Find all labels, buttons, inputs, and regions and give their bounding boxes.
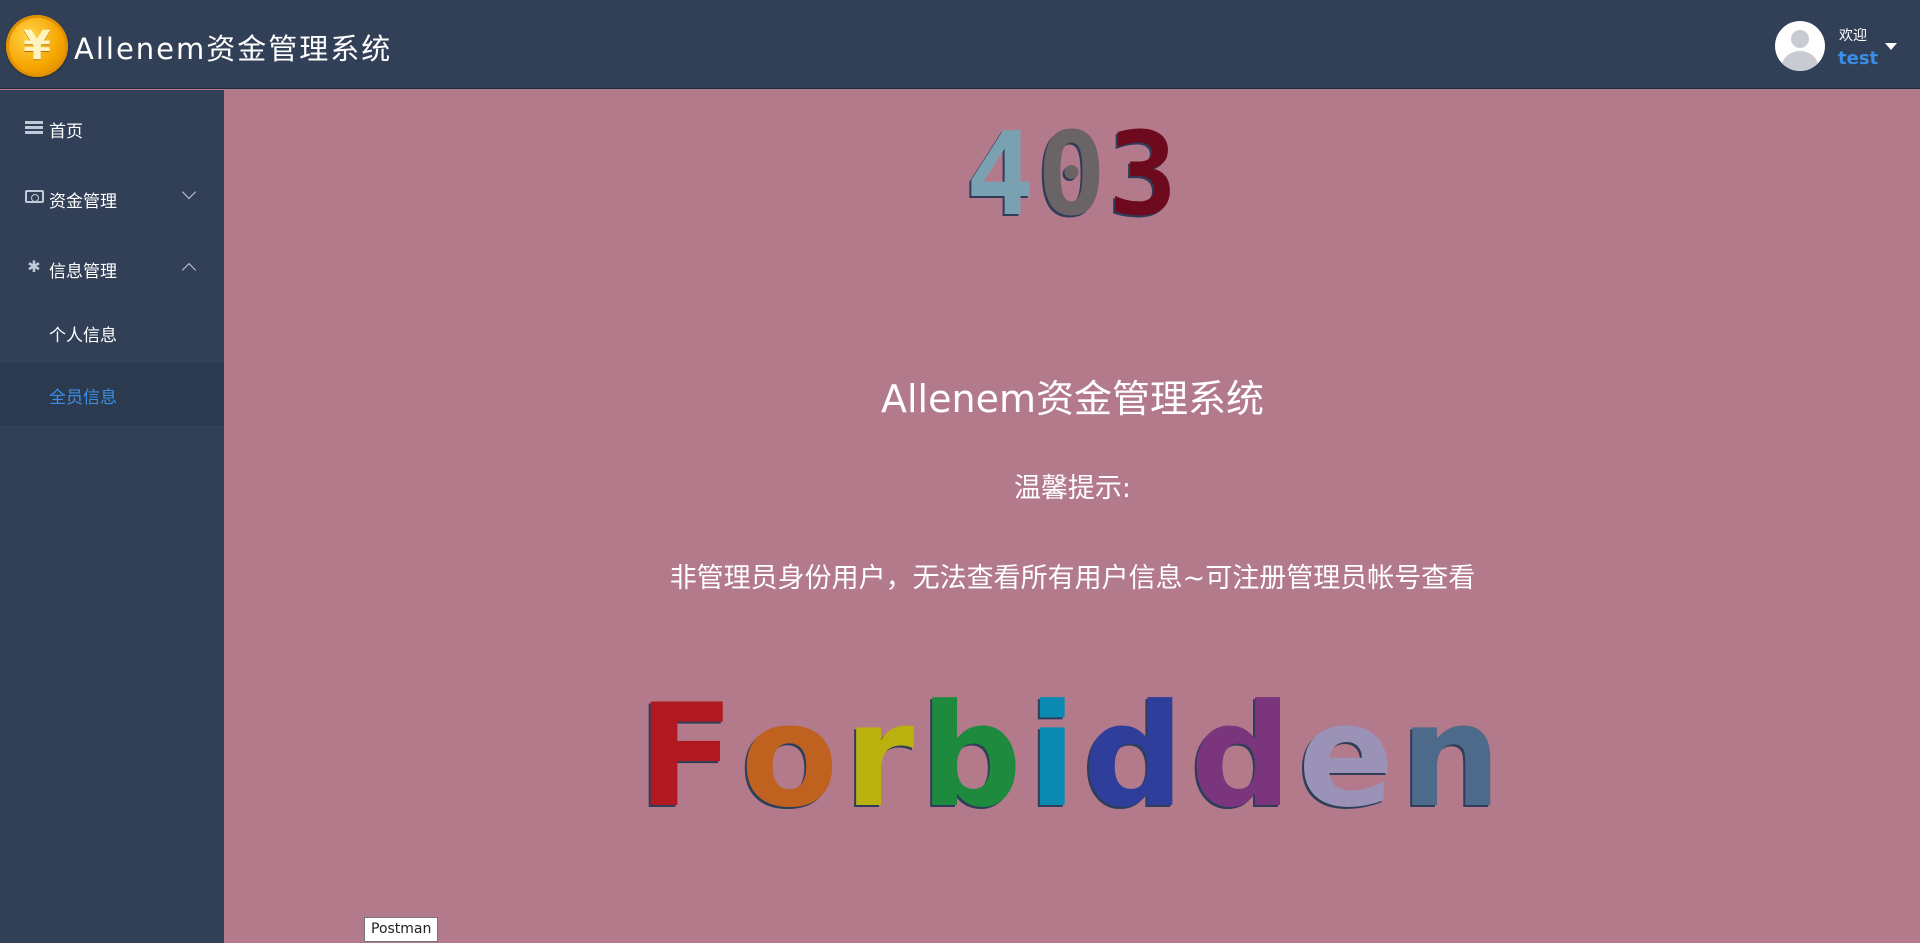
user-avatar[interactable] [1775,21,1825,71]
username-link[interactable]: test [1838,48,1878,69]
logo-symbol: ¥ [23,23,51,69]
sidebar-subitem-label: 个人信息 [49,326,117,346]
sidebar-subitem-all-members-info[interactable]: 全员信息 [0,363,224,425]
app-title: Allenem资金管理系统 [74,32,393,66]
postman-tooltip: Postman [364,917,439,942]
avatar-head-shape [1791,30,1809,48]
tip-message: 非管理员身份用户，无法查看所有用户信息~可注册管理员帐号查看 [669,563,1476,594]
sidebar-item-home[interactable]: 首页 [0,95,224,161]
error-code-403: 403 [225,118,1920,233]
yuan-coin-logo-icon: ¥ [6,15,68,77]
sidebar-item-label: 资金管理 [49,192,117,212]
sidebar-item-info-management[interactable]: ✱ 信息管理 [0,235,224,301]
sidebar-item-label: 信息管理 [49,262,117,282]
forbidden-letter: i [1027,674,1083,839]
forbidden-letter: o [740,674,845,839]
error-code-digit: 3 [1108,108,1180,242]
avatar-body-shape [1782,51,1818,71]
sidebar-menu: 首页 资金管理 ✱ 信息管理 个人信息 全员信息 [0,90,224,943]
cash-icon [25,190,44,203]
welcome-text: 欢迎 [1839,28,1867,44]
sidebar-subitem-label: 全员信息 [49,388,117,408]
list-icon [25,121,43,134]
tip-title: 温馨提示: [1013,473,1132,504]
sidebar-item-fund-management[interactable]: 资金管理 [0,165,224,231]
top-header: ¥ Allenem资金管理系统 欢迎 test [0,0,1920,89]
forbidden-letter: d [1190,674,1298,839]
error-code-digit: 4 [965,108,1037,242]
error-code-digit: 0 [1036,108,1109,242]
forbidden-letter: e [1297,674,1401,839]
forbidden-letter: F [637,674,741,839]
chevron-up-icon [181,262,197,278]
main-content: 403 Allenem资金管理系统 温馨提示: 非管理员身份用户，无法查看所有用… [225,90,1920,943]
gear-icon: ✱ [27,257,41,276]
sidebar-item-label: 首页 [49,122,83,142]
forbidden-letter: r [844,674,921,839]
forbidden-letter: n [1400,674,1508,839]
sidebar-subitem-personal-info[interactable]: 个人信息 [0,301,224,363]
forbidden-banner: Forbidden [225,686,1920,828]
chevron-down-icon [181,184,197,200]
forbidden-letter: d [1082,674,1191,839]
forbidden-letter: b [920,674,1028,839]
user-menu-caret-icon[interactable] [1885,43,1897,50]
system-name-heading: Allenem资金管理系统 [881,377,1264,421]
